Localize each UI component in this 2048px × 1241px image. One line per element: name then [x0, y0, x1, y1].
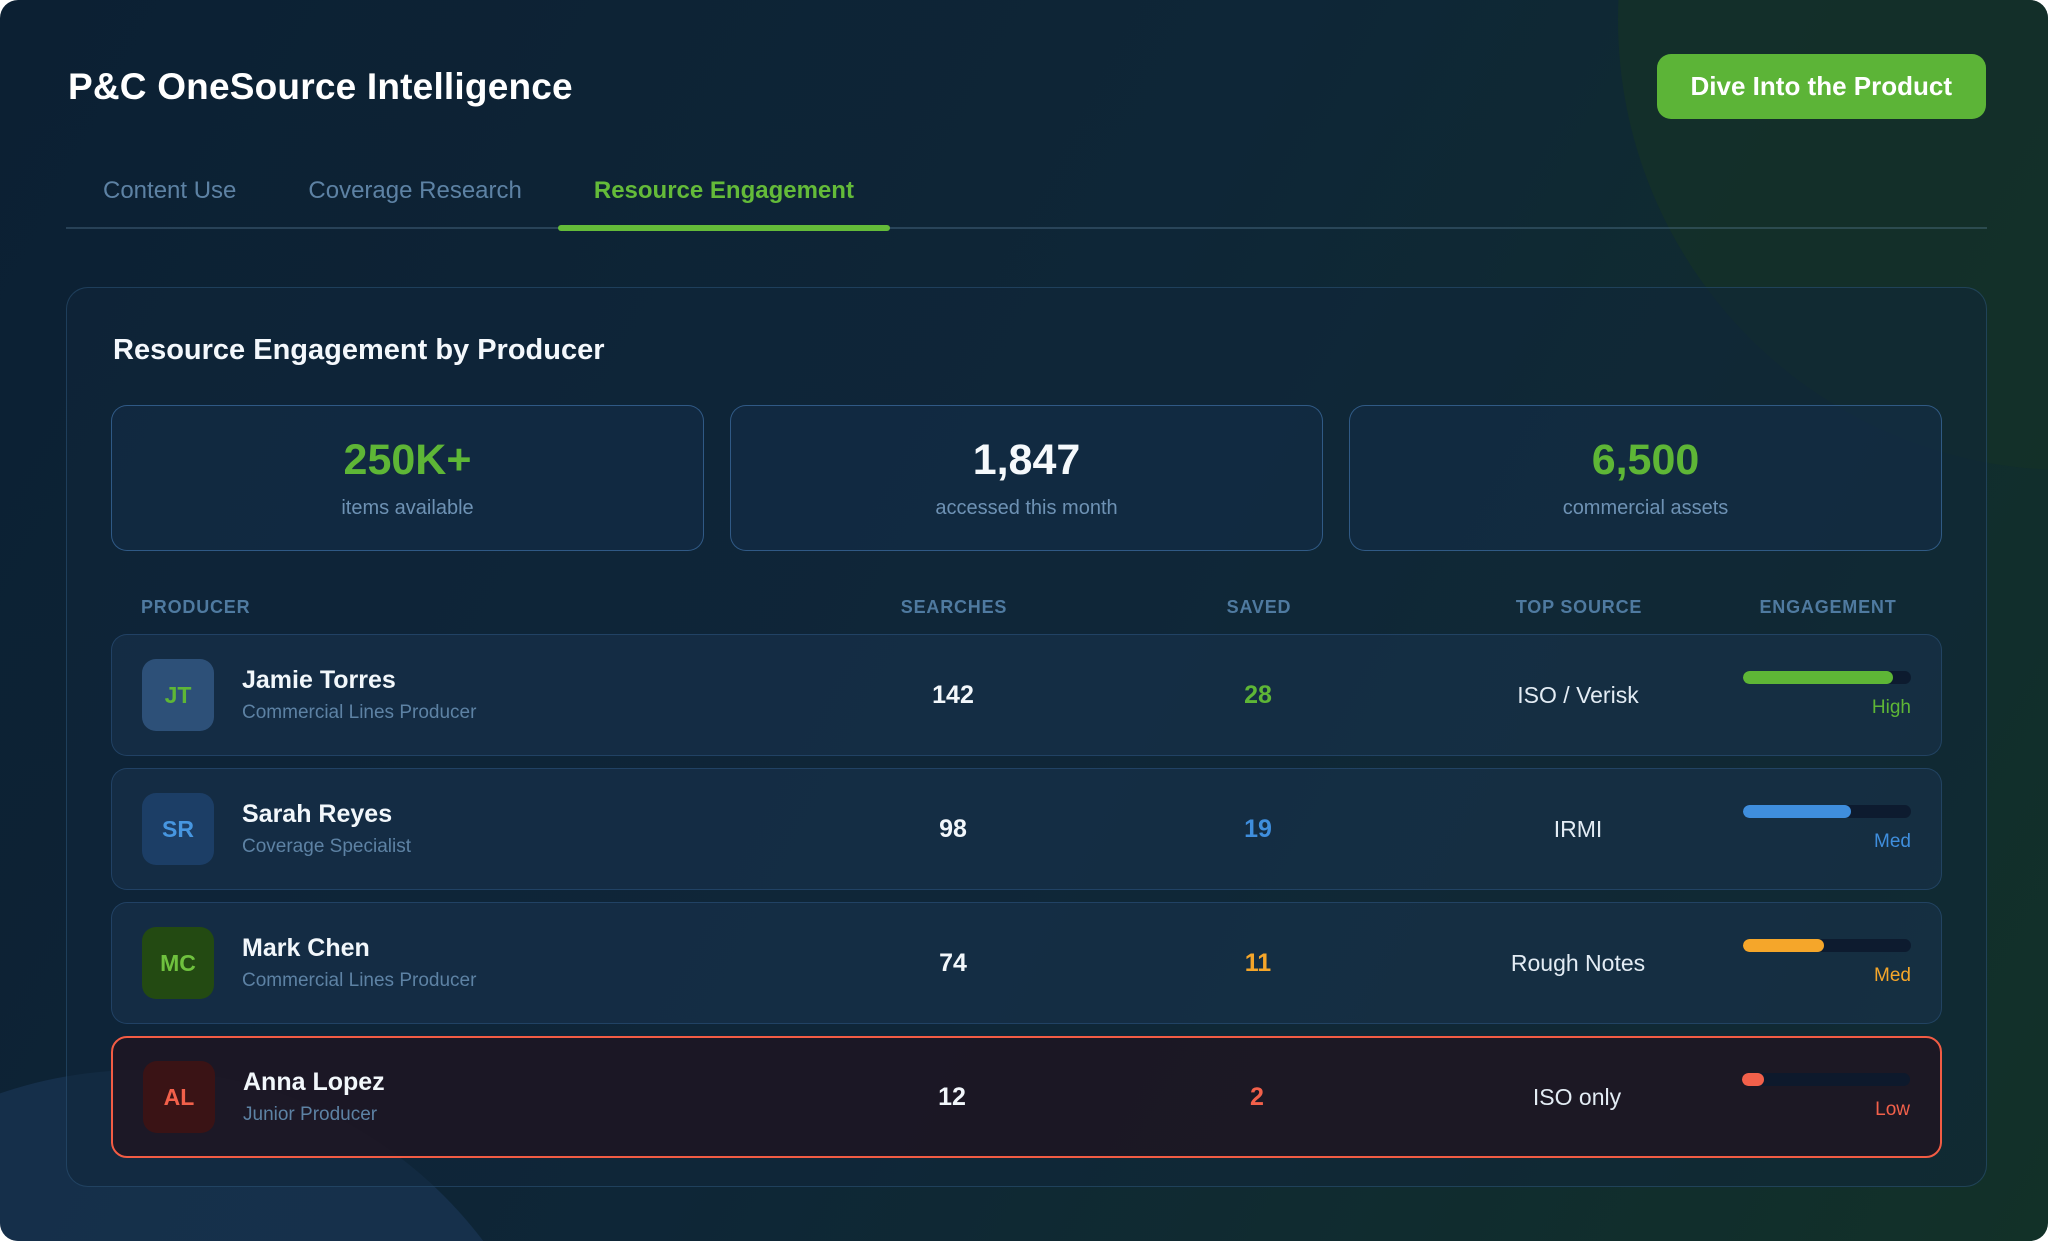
- stat-card-row: 250K+ items available 1,847 accessed thi…: [111, 405, 1942, 551]
- dashboard-screen: P&C OneSource Intelligence Dive Into the…: [0, 0, 2048, 1241]
- avatar: MC: [142, 927, 214, 999]
- dive-into-product-button[interactable]: Dive Into the Product: [1657, 54, 1986, 119]
- top-source-value: ISO only: [1412, 1084, 1742, 1111]
- avatar: JT: [142, 659, 214, 731]
- engagement-bar-track: [1743, 671, 1911, 684]
- column-header-searches: SEARCHES: [804, 597, 1104, 618]
- engagement-cell: High: [1743, 671, 1911, 719]
- searches-value: 74: [803, 949, 1103, 978]
- producer-name: Sarah Reyes: [242, 800, 411, 829]
- column-header-top-source: TOP SOURCE: [1414, 597, 1744, 618]
- tab-content-use[interactable]: Content Use: [66, 163, 272, 227]
- producer-cell: AL Anna Lopez Junior Producer: [143, 1061, 802, 1133]
- saved-value: 19: [1103, 815, 1413, 844]
- stat-value: 6,500: [1592, 436, 1700, 485]
- tab-resource-engagement[interactable]: Resource Engagement: [558, 163, 890, 227]
- engagement-bar-fill: [1743, 671, 1893, 684]
- engagement-bar-track: [1742, 1073, 1910, 1086]
- panel-title: Resource Engagement by Producer: [113, 334, 1942, 367]
- saved-value: 28: [1103, 681, 1413, 710]
- producer-role: Commercial Lines Producer: [242, 702, 476, 724]
- producer-identity: Anna Lopez Junior Producer: [243, 1068, 385, 1126]
- tab-bar: Content Use Coverage Research Resource E…: [66, 163, 1987, 229]
- producer-role: Coverage Specialist: [242, 836, 411, 858]
- avatar: SR: [142, 793, 214, 865]
- stat-card-items-available: 250K+ items available: [111, 405, 704, 551]
- engagement-level-label: Med: [1874, 831, 1911, 853]
- app-header: P&C OneSource Intelligence Dive Into the…: [0, 0, 2048, 119]
- engagement-level-label: Med: [1874, 965, 1911, 987]
- stat-card-accessed-this-month: 1,847 accessed this month: [730, 405, 1323, 551]
- producer-cell: SR Sarah Reyes Coverage Specialist: [142, 793, 803, 865]
- stat-label: accessed this month: [935, 497, 1117, 520]
- producer-identity: Jamie Torres Commercial Lines Producer: [242, 666, 476, 724]
- producer-name: Jamie Torres: [242, 666, 476, 695]
- table-header-row: PRODUCER SEARCHES SAVED TOP SOURCE ENGAG…: [111, 597, 1942, 618]
- engagement-bar-fill: [1743, 805, 1851, 818]
- table-row[interactable]: MC Mark Chen Commercial Lines Producer 7…: [111, 902, 1942, 1024]
- stat-label: commercial assets: [1563, 497, 1729, 520]
- producer-cell: JT Jamie Torres Commercial Lines Produce…: [142, 659, 803, 731]
- top-source-value: Rough Notes: [1413, 950, 1743, 977]
- searches-value: 142: [803, 681, 1103, 710]
- producer-cell: MC Mark Chen Commercial Lines Producer: [142, 927, 803, 999]
- avatar: AL: [143, 1061, 215, 1133]
- searches-value: 12: [802, 1083, 1102, 1112]
- column-header-engagement: ENGAGEMENT: [1744, 597, 1912, 618]
- producer-identity: Mark Chen Commercial Lines Producer: [242, 934, 476, 992]
- table-row[interactable]: SR Sarah Reyes Coverage Specialist 98 19…: [111, 768, 1942, 890]
- saved-value: 11: [1103, 949, 1413, 978]
- engagement-bar-track: [1743, 939, 1911, 952]
- table-row[interactable]: JT Jamie Torres Commercial Lines Produce…: [111, 634, 1942, 756]
- tab-coverage-research[interactable]: Coverage Research: [272, 163, 557, 227]
- producer-role: Commercial Lines Producer: [242, 970, 476, 992]
- searches-value: 98: [803, 815, 1103, 844]
- top-source-value: IRMI: [1413, 816, 1743, 843]
- engagement-cell: Low: [1742, 1073, 1910, 1121]
- engagement-bar-track: [1743, 805, 1911, 818]
- column-header-saved: SAVED: [1104, 597, 1414, 618]
- producer-role: Junior Producer: [243, 1104, 385, 1126]
- engagement-cell: Med: [1743, 939, 1911, 987]
- page-title: P&C OneSource Intelligence: [68, 66, 573, 108]
- stat-label: items available: [341, 497, 473, 520]
- saved-value: 2: [1102, 1083, 1412, 1112]
- column-header-producer: PRODUCER: [141, 597, 804, 618]
- engagement-bar-fill: [1742, 1073, 1764, 1086]
- producer-name: Mark Chen: [242, 934, 476, 963]
- producer-name: Anna Lopez: [243, 1068, 385, 1097]
- producer-table-body: JT Jamie Torres Commercial Lines Produce…: [111, 634, 1942, 1158]
- stat-value: 250K+: [344, 436, 472, 485]
- stat-card-commercial-assets: 6,500 commercial assets: [1349, 405, 1942, 551]
- engagement-level-label: High: [1872, 697, 1911, 719]
- producer-identity: Sarah Reyes Coverage Specialist: [242, 800, 411, 858]
- stat-value: 1,847: [973, 436, 1081, 485]
- resource-engagement-panel: Resource Engagement by Producer 250K+ it…: [66, 287, 1987, 1187]
- top-source-value: ISO / Verisk: [1413, 682, 1743, 709]
- engagement-bar-fill: [1743, 939, 1824, 952]
- table-row[interactable]: AL Anna Lopez Junior Producer 12 2 ISO o…: [111, 1036, 1942, 1158]
- engagement-cell: Med: [1743, 805, 1911, 853]
- engagement-level-label: Low: [1875, 1099, 1910, 1121]
